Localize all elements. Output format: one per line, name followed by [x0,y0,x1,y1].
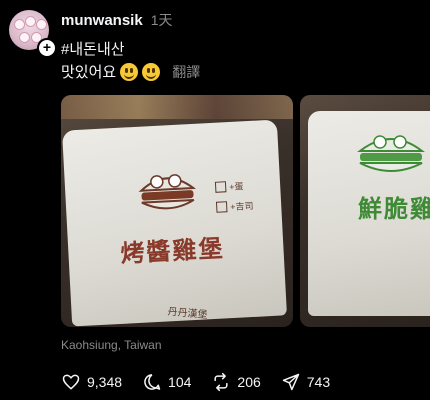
add-egg-option: +蛋 [214,179,244,193]
burger-wrapper: 鮮脆雞 [308,111,430,316]
post-image-2[interactable]: 鮮脆雞 [300,95,430,327]
like-count: 9,348 [87,374,123,390]
grinning-face-icon [142,62,161,81]
heart-icon [62,374,80,390]
like-button[interactable]: 9,348 [61,372,122,392]
post-image-1[interactable]: +蛋 +吉司 烤醬雞堡 丹丹漢堡 [61,95,293,327]
checkbox-icon [215,201,228,213]
comment-button[interactable]: 104 [142,372,191,392]
translate-link[interactable]: 翻譯 [172,62,200,82]
smiling-face-icon [120,62,139,81]
product-title: 烤醬雞堡 [119,233,226,268]
hashtag-link[interactable]: #내돈내산 [61,38,125,59]
action-bar: 9,348 104 206 743 [61,372,350,392]
burger-logo-icon [138,174,196,210]
burger-logo-icon [357,135,425,172]
repost-button[interactable]: 206 [211,372,261,392]
repost-count: 206 [237,374,261,390]
comment-count: 104 [168,374,192,390]
repost-icon [214,372,228,392]
share-button[interactable]: 743 [281,372,330,392]
checkbox-icon [214,181,227,193]
avatar-face [25,16,36,27]
post-header: munwansik 1天 [61,10,172,30]
avatar-face [14,19,25,30]
add-cheese-label: +吉司 [229,200,254,213]
username[interactable]: munwansik [61,12,143,29]
send-icon [282,373,300,391]
avatar-face [19,32,30,43]
comment-icon [144,374,161,390]
brand-name: 丹丹漢堡 [167,306,208,322]
add-egg-label: +蛋 [228,181,244,193]
caption-row: 맛있어요 翻譯 [61,61,200,82]
caption-text: 맛있어요 [61,64,117,81]
location-label[interactable]: Kaohsiung, Taiwan [61,338,162,352]
avatar-face [36,19,47,30]
product-title: 鮮脆雞 [358,194,430,223]
post-time: 1天 [150,12,173,28]
burger-wrapper: +蛋 +吉司 烤醬雞堡 丹丹漢堡 [62,119,287,327]
background-shelf [61,95,293,119]
add-cheese-option: +吉司 [215,199,254,214]
share-count: 743 [306,374,331,390]
follow-plus-icon[interactable]: + [37,38,57,58]
avatar-wrap[interactable]: + [9,10,57,58]
